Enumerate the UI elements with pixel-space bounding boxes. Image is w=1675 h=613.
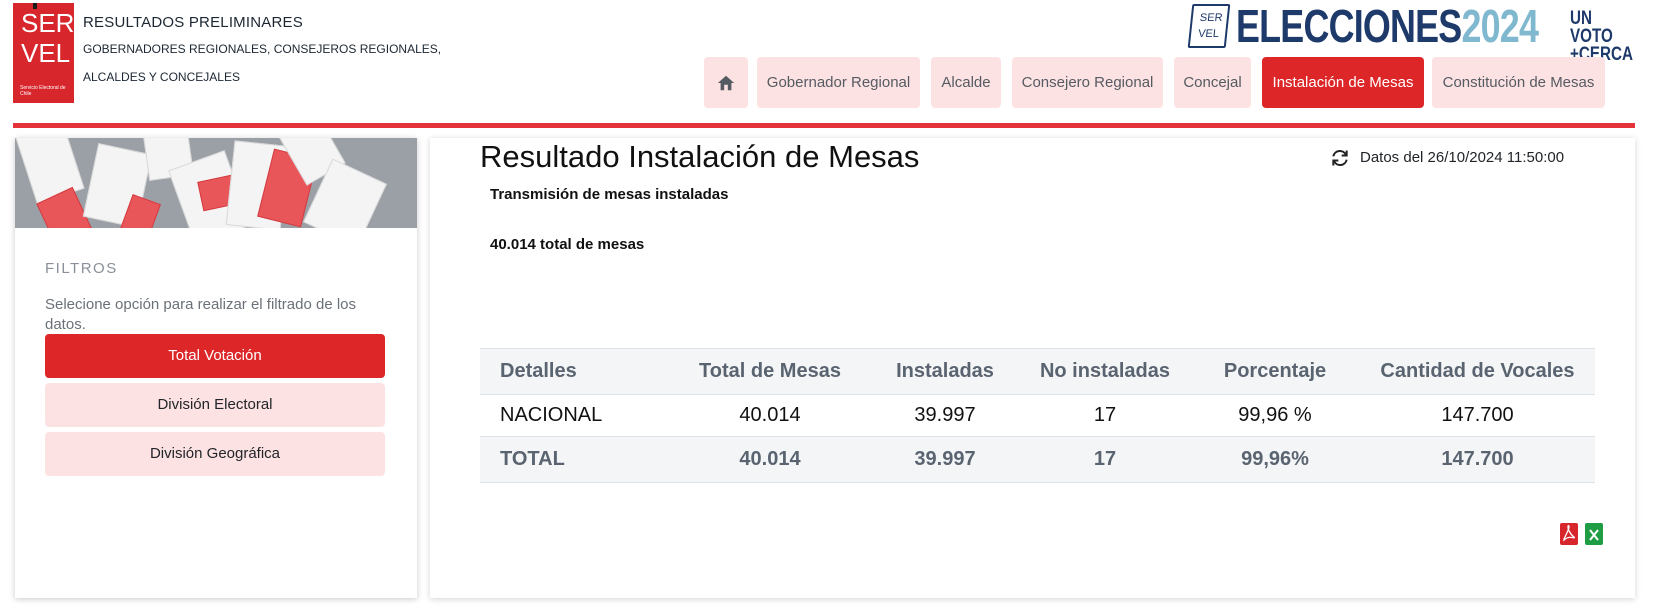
header-detalles: Detalles xyxy=(480,348,670,395)
nav-instalacion-de-mesas[interactable]: Instalación de Mesas xyxy=(1262,57,1424,108)
header-subtitle-1: GOBERNADORES REGIONALES, CONSEJEROS REGI… xyxy=(83,42,442,56)
page-title: Resultado Instalación de Mesas xyxy=(480,139,920,174)
total-cantidad-vocales: 147.700 xyxy=(1360,436,1595,483)
export-pdf-icon[interactable] xyxy=(1560,523,1578,545)
nav-consejero-regional[interactable]: Consejero Regional xyxy=(1012,57,1163,108)
page-header-title: RESULTADOS PRELIMINARES xyxy=(83,14,303,31)
cell-instaladas: 39.997 xyxy=(870,394,1020,437)
total-detalles: TOTAL xyxy=(480,436,670,483)
logo-text-ser: SER xyxy=(21,8,75,38)
home-icon xyxy=(717,75,735,91)
cell-porcentaje: 99,96 % xyxy=(1190,394,1360,437)
total-no-instaladas: 17 xyxy=(1020,436,1190,483)
header-divider xyxy=(13,123,1635,128)
header-no-instaladas: No instaladas xyxy=(1020,348,1190,395)
nav-alcalde[interactable]: Alcalde xyxy=(931,57,1001,108)
total-mesas-text: 40.014 total de mesas xyxy=(490,236,645,253)
header-instaladas: Instaladas xyxy=(870,348,1020,395)
table-total-row: TOTAL 40.014 39.997 17 99,96% 147.700 xyxy=(480,436,1595,483)
cell-detalles: NACIONAL xyxy=(480,394,670,437)
brand-year: 2024 xyxy=(1461,0,1539,52)
nav-gobernador-regional[interactable]: Gobernador Regional xyxy=(757,57,920,108)
refresh-icon[interactable] xyxy=(1330,148,1350,168)
nav-constitucion-de-mesas[interactable]: Constitución de Mesas xyxy=(1432,57,1605,108)
filters-description: Selecione opción para realizar el filtra… xyxy=(45,296,357,333)
brand-word: ELECCIONES xyxy=(1236,0,1462,52)
filters-title: FILTROS xyxy=(45,260,118,277)
header-porcentaje: Porcentaje xyxy=(1190,348,1360,395)
total-porcentaje: 99,96% xyxy=(1190,436,1360,483)
header-cantidad-vocales: Cantidad de Vocales xyxy=(1360,348,1595,395)
elecciones-brand-logo: SER VEL ELECCIONES2024 UN VOTO +CERCA xyxy=(1187,0,1635,64)
timestamp-text: Datos del 26/10/2024 11:50:00 xyxy=(1360,149,1565,166)
cell-cantidad-vocales: 147.700 xyxy=(1360,394,1595,437)
total-instaladas: 39.997 xyxy=(870,436,1020,483)
cell-total-mesas: 40.014 xyxy=(670,394,870,437)
logo-tagline: Servicio Electoral de Chile xyxy=(20,85,66,97)
export-excel-icon[interactable] xyxy=(1585,523,1603,545)
cell-no-instaladas: 17 xyxy=(1020,394,1190,437)
brand-tag-line1: UN VOTO xyxy=(1570,8,1613,47)
header-titles: RESULTADOS PRELIMINARES GOBERNADORES REG… xyxy=(83,12,441,92)
table-row: NACIONAL 40.014 39.997 17 99,96 % 147.70… xyxy=(480,394,1595,437)
pdf-glyph-icon xyxy=(1563,524,1576,542)
brand-wordmark: ELECCIONES2024 xyxy=(1236,0,1539,52)
nav-concejal[interactable]: Concejal xyxy=(1174,57,1251,108)
header-total-mesas: Total de Mesas xyxy=(670,348,870,395)
nav-home-button[interactable] xyxy=(704,57,748,108)
transmission-subtitle: Transmisión de mesas instaladas xyxy=(490,186,729,203)
brand-tagline: UN VOTO +CERCA xyxy=(1570,8,1633,64)
brand-seal-line1: SER xyxy=(1199,12,1224,24)
filter-division-electoral-button[interactable]: División Electoral xyxy=(45,383,385,427)
logo-text-vel: VEL xyxy=(21,38,71,68)
ballots-banner-image xyxy=(15,138,417,228)
brand-seal-icon: SER VEL xyxy=(1187,4,1231,48)
filter-division-geografica-button[interactable]: División Geográfica xyxy=(45,432,385,476)
total-total-mesas: 40.014 xyxy=(670,436,870,483)
filter-total-votacion-button[interactable]: Total Votación xyxy=(45,334,385,378)
excel-glyph-icon xyxy=(1589,529,1599,541)
filters-sidebar: FILTROS Selecione opción para realizar e… xyxy=(15,138,417,598)
servel-logo[interactable]: SER VEL Servicio Electoral de Chile xyxy=(13,3,74,103)
data-timestamp: Datos del 26/10/2024 11:50:00 xyxy=(1330,148,1564,168)
results-table: Detalles Total de Mesas Instaladas No in… xyxy=(480,348,1595,483)
header-subtitle-2: ALCALDES Y CONCEJALES xyxy=(83,70,240,84)
table-header-row: Detalles Total de Mesas Instaladas No in… xyxy=(480,348,1595,395)
results-panel: Resultado Instalación de Mesas Datos del… xyxy=(430,138,1635,598)
brand-seal-line2: VEL xyxy=(1197,28,1220,40)
